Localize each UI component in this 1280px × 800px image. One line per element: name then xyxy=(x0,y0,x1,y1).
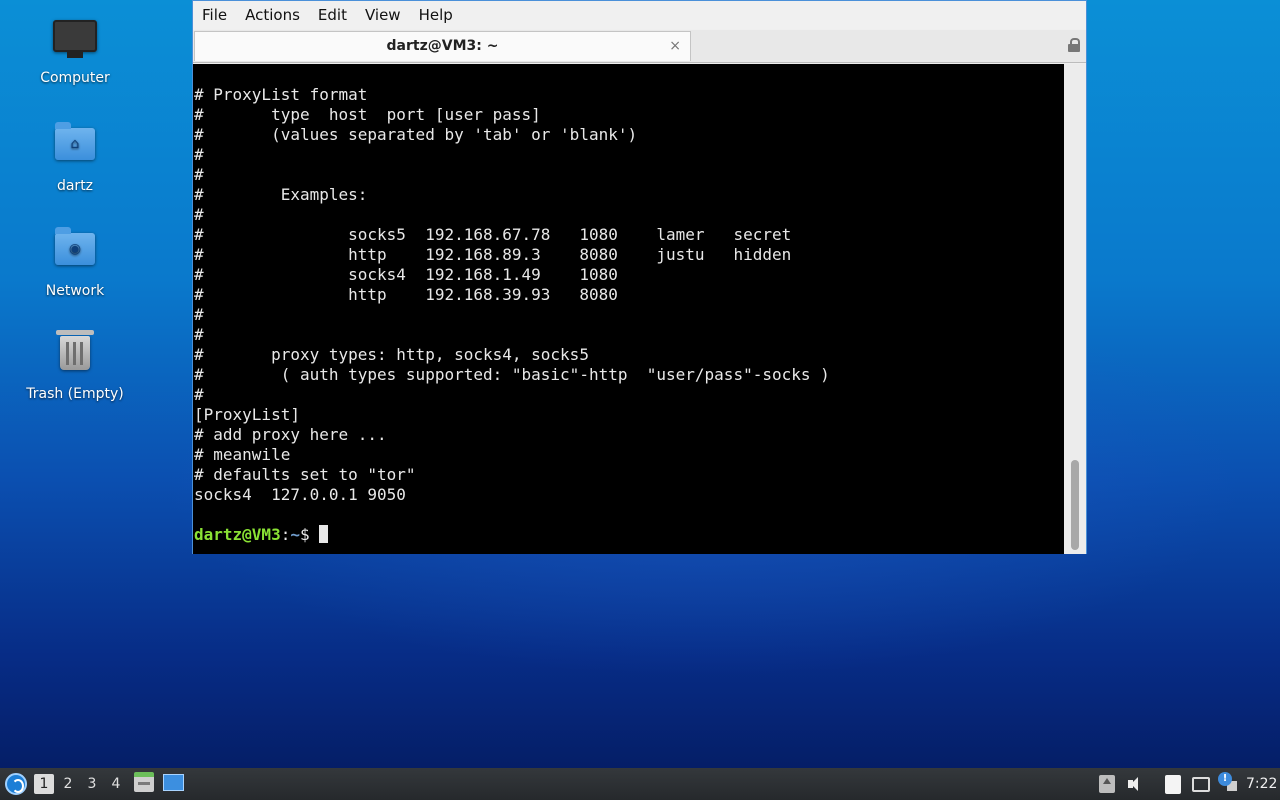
terminal-line: # add proxy here ... xyxy=(194,425,387,444)
menu-bar: File Actions Edit View Help xyxy=(193,1,1086,29)
terminal-prompt-line: dartz@VM3:~$ xyxy=(194,525,1065,545)
notification-icon[interactable]: ! xyxy=(1218,772,1232,786)
workspace-1[interactable]: 1 xyxy=(34,774,54,794)
desktop-icon-trash[interactable]: Trash (Empty) xyxy=(20,330,130,402)
terminal-line: # ProxyList format xyxy=(194,85,368,104)
prompt-user: dartz@VM3 xyxy=(194,525,281,544)
text-cursor xyxy=(319,525,329,543)
terminal-line: # (values separated by 'tab' or 'blank') xyxy=(194,125,638,144)
desktop-icon-label: Trash (Empty) xyxy=(26,386,124,402)
menu-view[interactable]: View xyxy=(356,1,410,29)
terminal-line: # meanwile xyxy=(194,445,291,464)
clipboard-icon[interactable] xyxy=(1165,775,1181,794)
clock[interactable]: 7:22 xyxy=(1246,768,1277,800)
menu-actions[interactable]: Actions xyxy=(236,1,309,29)
desktop-icon-home[interactable]: ⌂ dartz xyxy=(20,120,130,194)
menu-file[interactable]: File xyxy=(193,1,236,29)
terminal-line: socks4 127.0.0.1 9050 xyxy=(194,485,406,504)
trash-icon xyxy=(53,330,97,380)
lock-icon[interactable] xyxy=(1068,38,1080,52)
menu-edit[interactable]: Edit xyxy=(309,1,356,29)
prompt-path: ~ xyxy=(290,525,300,544)
terminal-line: # xyxy=(194,305,204,324)
home-folder-icon: ⌂ xyxy=(53,122,97,172)
prompt-symbol: $ xyxy=(299,525,320,544)
terminal-line: # xyxy=(194,165,204,184)
desktop-icon-label: dartz xyxy=(56,178,94,194)
file-manager-icon[interactable] xyxy=(134,772,154,792)
terminal-line: # defaults set to "tor" xyxy=(194,465,416,484)
show-desktop-icon[interactable] xyxy=(163,774,184,791)
desktop-icon-network[interactable]: ◉ Network xyxy=(20,225,130,299)
terminal-line: # http 192.168.89.3 8080 justu hidden xyxy=(194,245,792,264)
terminal-line: # Examples: xyxy=(194,185,368,204)
terminal-output[interactable]: # ProxyList format # type host port [user… xyxy=(193,64,1065,554)
workspace-4[interactable]: 4 xyxy=(106,774,126,794)
terminal-line: # type host port [user pass] xyxy=(194,105,541,124)
tab-bar: dartz@VM3: ~ × xyxy=(193,30,1086,63)
scrollbar-thumb[interactable] xyxy=(1071,460,1079,550)
terminal-line: # socks4 192.168.1.49 1080 xyxy=(194,265,618,284)
terminal-line: # ( auth types supported: "basic"-http "… xyxy=(194,365,830,384)
desktop-icon-label: Computer xyxy=(40,70,110,86)
taskbar: 1 2 3 4 ! 7:22 xyxy=(0,768,1280,800)
close-icon[interactable]: × xyxy=(669,32,681,60)
terminal-line: # xyxy=(194,145,204,164)
tab-title: dartz@VM3: ~ xyxy=(386,38,499,54)
workspace-3[interactable]: 3 xyxy=(82,774,102,794)
terminal-line: # xyxy=(194,385,204,404)
workspace-2[interactable]: 2 xyxy=(58,774,78,794)
terminal-line: # proxy types: http, socks4, socks5 xyxy=(194,345,589,364)
eject-icon[interactable] xyxy=(1099,775,1115,793)
network-icon[interactable] xyxy=(1192,777,1210,792)
network-folder-icon: ◉ xyxy=(53,227,97,277)
desktop-icon-computer[interactable]: Computer xyxy=(20,16,130,86)
terminal-line: # http 192.168.39.93 8080 xyxy=(194,285,618,304)
terminal-window: File Actions Edit View Help dartz@VM3: ~… xyxy=(192,0,1087,554)
terminal-scrollbar[interactable] xyxy=(1064,64,1086,554)
terminal-tab[interactable]: dartz@VM3: ~ × xyxy=(194,31,691,61)
app-menu-icon[interactable] xyxy=(5,773,27,795)
desktop-icon-label: Network xyxy=(45,283,105,299)
menu-help[interactable]: Help xyxy=(410,1,462,29)
prompt-separator: : xyxy=(280,525,291,544)
computer-icon xyxy=(53,20,97,64)
terminal-line: # socks5 192.168.67.78 1080 lamer secret xyxy=(194,225,792,244)
terminal-line: # xyxy=(194,325,204,344)
volume-icon[interactable] xyxy=(1127,775,1143,793)
terminal-line: # xyxy=(194,205,204,224)
terminal-line: [ProxyList] xyxy=(194,405,300,424)
